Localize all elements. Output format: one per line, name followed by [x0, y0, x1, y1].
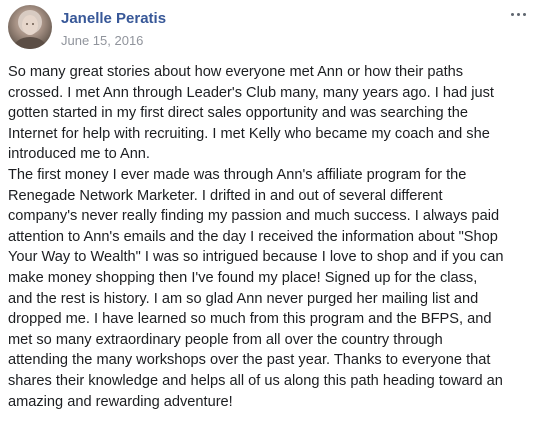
post-card: Janelle Peratis June 15, 2016 So many gr… [0, 0, 540, 425]
ellipsis-dot [522, 12, 526, 16]
more-options-button[interactable] [504, 4, 532, 24]
ellipsis-dot [516, 12, 520, 16]
avatar[interactable] [8, 5, 52, 49]
author-name-link[interactable]: Janelle Peratis [61, 10, 166, 28]
post-text: So many great stories about how everyone… [8, 62, 538, 412]
post-date-link[interactable]: June 15, 2016 [61, 33, 143, 49]
post-paragraph-1: So many great stories about how everyone… [8, 64, 494, 163]
avatar-photo [13, 10, 47, 49]
ellipsis-horizontal-icon [510, 12, 514, 16]
post-paragraph-2: The first money I ever made was through … [8, 166, 504, 410]
